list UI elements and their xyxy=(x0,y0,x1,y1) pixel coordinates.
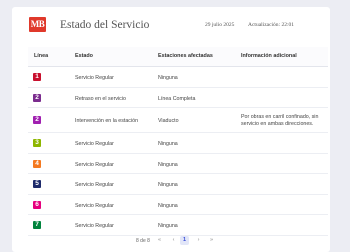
status-cell: Servicio Regular xyxy=(75,223,114,229)
page-1-button[interactable]: 1 xyxy=(180,236,189,245)
line-badge-icon: 2 xyxy=(33,93,41,102)
status-cell: Servicio Regular xyxy=(75,161,114,168)
stations-cell: Ninguna xyxy=(158,202,178,209)
line-badge-icon: 1 xyxy=(33,73,41,81)
table-row: 2 Retraso en el servicio Línea Completa xyxy=(28,88,328,108)
logo-text: MB xyxy=(30,19,45,29)
status-cell: Servicio Regular xyxy=(75,141,114,147)
info-cell: Por obras en carril confinado, sin servi… xyxy=(241,114,319,127)
stations-cell: Ninguna xyxy=(158,223,178,229)
last-page-button[interactable]: » xyxy=(207,236,216,245)
page-title: Estado del Servicio xyxy=(60,19,150,31)
status-table: Línea Estado Estaciones afectadas Inform… xyxy=(28,47,328,236)
table-row: 6 Servicio Regular Ninguna xyxy=(28,195,328,215)
header: MB Estado del Servicio 29 julio 2025 Act… xyxy=(12,7,330,39)
column-header-info: Información adicional xyxy=(241,53,297,59)
line-badge-icon: 3 xyxy=(33,139,41,147)
status-cell: Intervención en la estación xyxy=(75,118,139,124)
line-badge-icon: 7 xyxy=(33,221,41,229)
stations-cell: Ninguna xyxy=(158,161,178,168)
table-row: 7 Servicio Regular Ninguna xyxy=(28,215,328,236)
prev-page-button[interactable]: ‹ xyxy=(169,236,178,245)
stations-cell: Línea Completa xyxy=(158,95,196,102)
column-header-status: Estado xyxy=(75,53,93,59)
table-row: 1 Servicio Regular Ninguna xyxy=(28,67,328,88)
stations-cell: Ninguna xyxy=(158,75,178,81)
line-badge-icon: 6 xyxy=(33,200,41,209)
table-row: 3 Servicio Regular Ninguna xyxy=(28,133,328,154)
table-row: 4 Servicio Regular Ninguna xyxy=(28,154,328,174)
stations-cell: Ninguna xyxy=(158,141,178,147)
first-page-button[interactable]: « xyxy=(155,236,164,245)
pagination: 8 de 8 « ‹ 1 › » xyxy=(12,235,330,249)
table-header-row: Línea Estado Estaciones afectadas Inform… xyxy=(28,47,328,67)
column-header-line: Línea xyxy=(34,53,49,59)
status-cell: Servicio Regular xyxy=(75,75,114,81)
column-header-stations: Estaciones afectadas xyxy=(158,53,213,59)
stations-cell: Ninguna xyxy=(158,182,178,188)
pagination-range: 8 de 8 xyxy=(136,238,150,244)
status-cell: Retraso en el servicio xyxy=(75,95,126,102)
table-row: 5 Servicio Regular Ninguna xyxy=(28,174,328,195)
line-badge-icon: 5 xyxy=(33,180,41,188)
stations-cell: Viaducto xyxy=(158,118,179,124)
date-label: 29 julio 2025 xyxy=(205,22,235,28)
status-cell: Servicio Regular xyxy=(75,182,114,188)
next-page-button[interactable]: › xyxy=(194,236,203,245)
metrobus-logo: MB xyxy=(29,17,46,32)
status-card: MB Estado del Servicio 29 julio 2025 Act… xyxy=(12,7,330,252)
status-cell: Servicio Regular xyxy=(75,202,114,209)
updated-label: Actualización: 22:01 xyxy=(248,22,294,28)
table-row: 2 Intervención en la estación Viaducto P… xyxy=(28,108,328,133)
line-badge-icon: 2 xyxy=(33,116,41,124)
line-badge-icon: 4 xyxy=(33,159,41,168)
